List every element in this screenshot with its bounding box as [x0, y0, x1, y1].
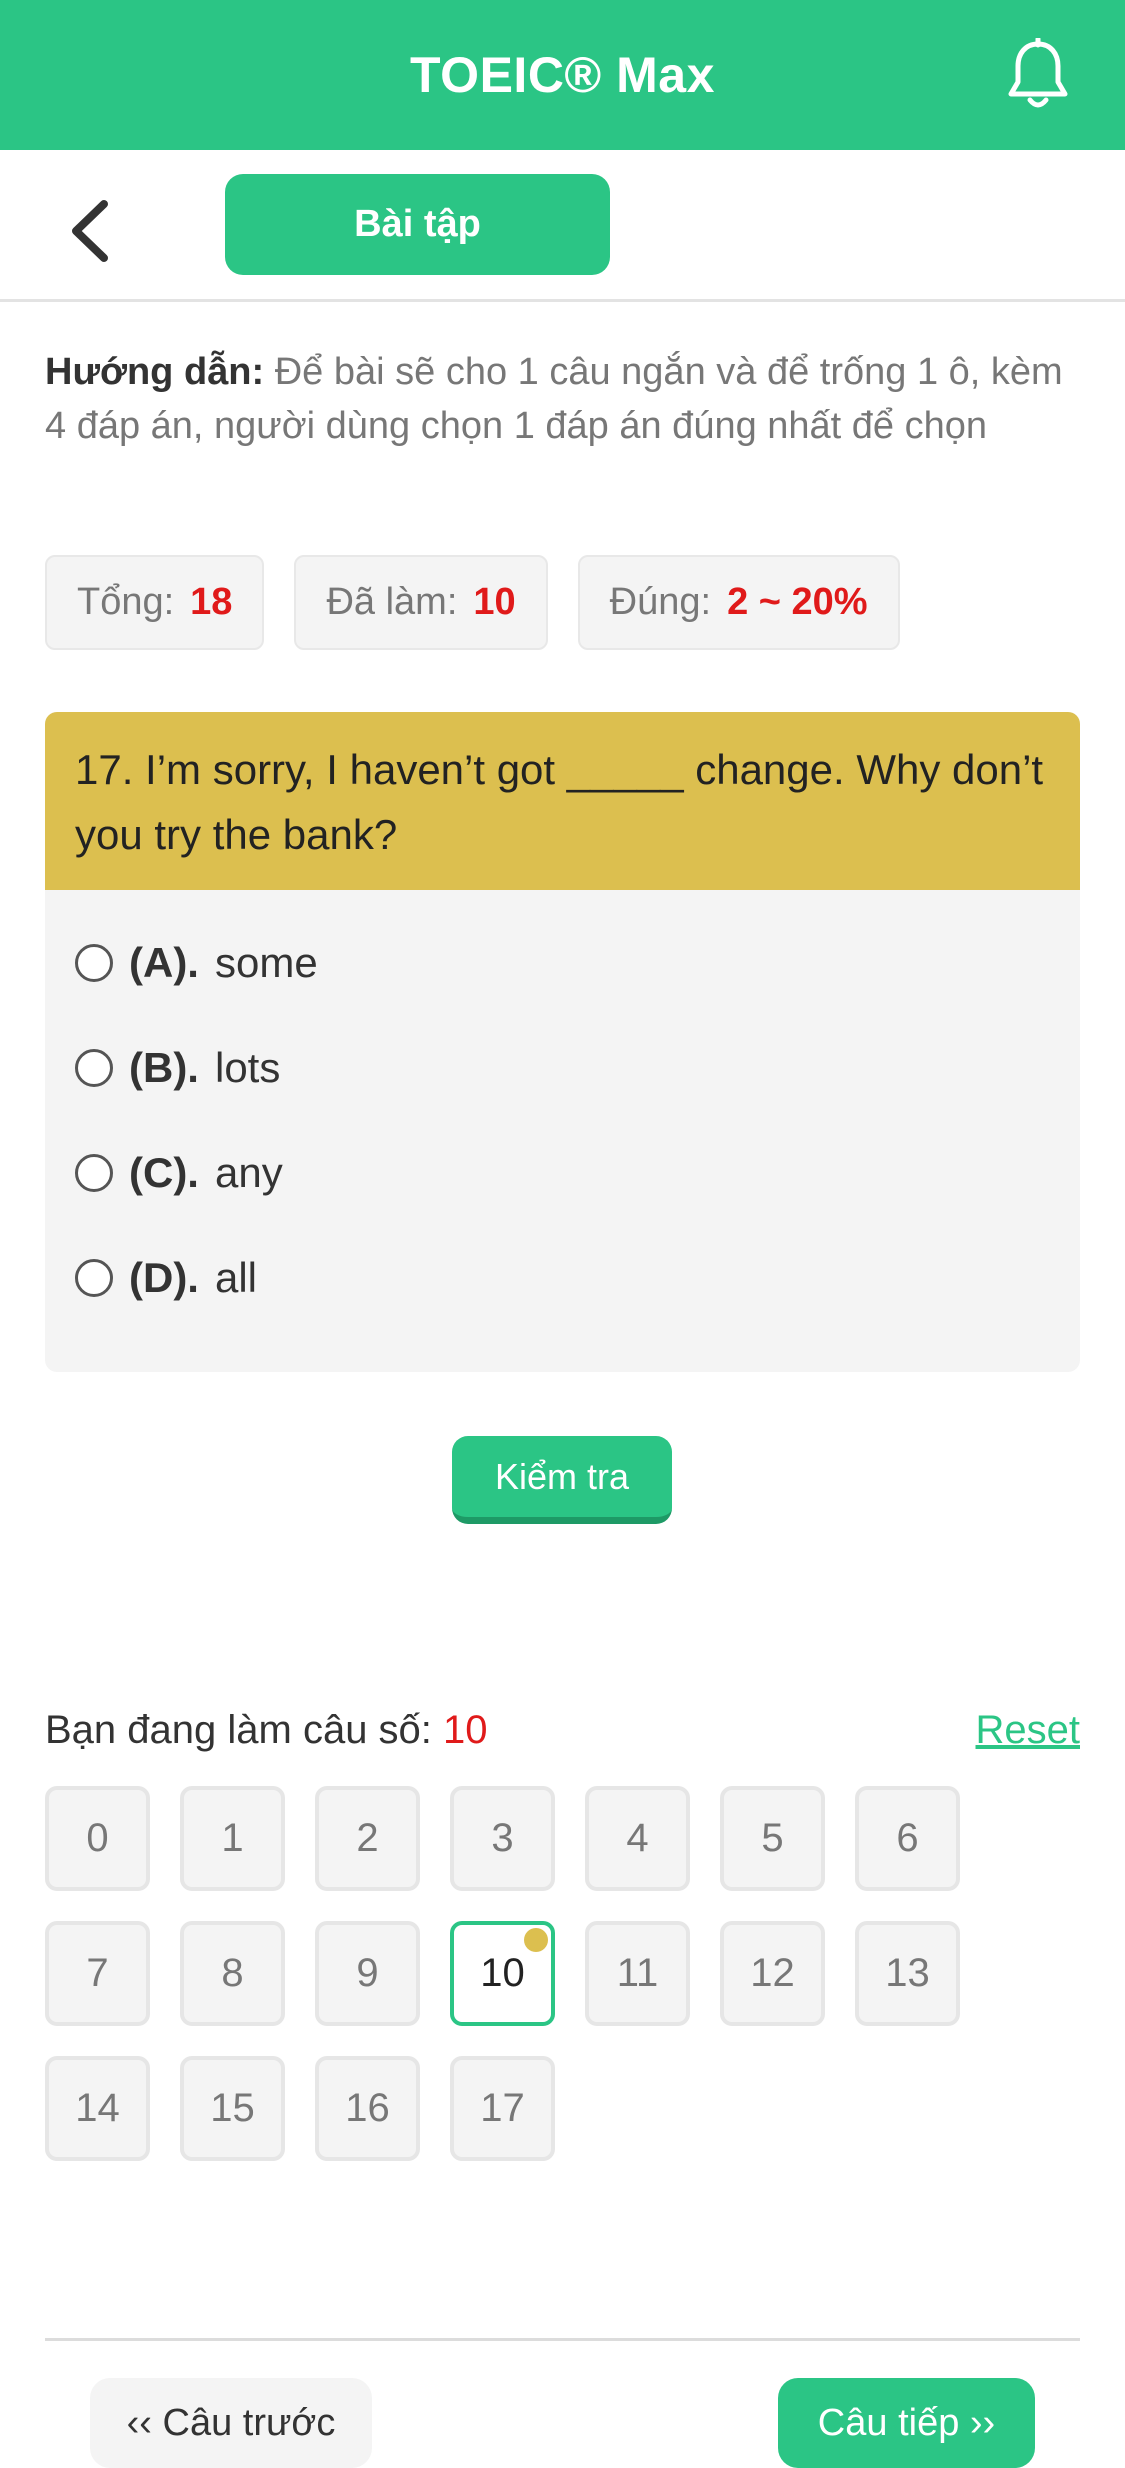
question-cell-9[interactable]: 9 — [315, 1921, 420, 2026]
radio-icon[interactable] — [75, 1258, 113, 1297]
question-card: 17. I’m sorry, I haven’t got _____ chang… — [45, 712, 1080, 1372]
option-c[interactable]: (C). any — [45, 1120, 1080, 1225]
question-cell-6[interactable]: 6 — [855, 1786, 960, 1891]
bell-icon[interactable] — [1003, 38, 1073, 112]
question-cell-8[interactable]: 8 — [180, 1921, 285, 2026]
current-question-indicator: Bạn đang làm câu số: 10 — [45, 1708, 488, 1753]
stat-total: Tổng: 18 — [45, 555, 265, 650]
option-d[interactable]: (D). all — [45, 1225, 1080, 1330]
next-question-button[interactable]: Câu tiếp ›› — [778, 2378, 1035, 2468]
option-text: lots — [214, 1043, 281, 1091]
stat-done: Đã làm: 10 — [294, 555, 548, 650]
back-chevron-icon[interactable] — [66, 196, 116, 266]
question-cell-17[interactable]: 17 — [450, 2056, 555, 2161]
question-cell-11[interactable]: 11 — [585, 1921, 690, 2026]
stats-bar: Tổng: 18 Đã làm: 10 Đúng: 2 ~ 20% — [45, 555, 900, 650]
app-header: TOEIC® Max — [0, 0, 1125, 150]
option-key: (D). — [129, 1253, 199, 1301]
radio-icon[interactable] — [75, 943, 113, 982]
question-cell-12[interactable]: 12 — [720, 1921, 825, 2026]
instruction-label: Hướng dẫn: — [45, 351, 265, 393]
question-cell-0[interactable]: 0 — [45, 1786, 150, 1891]
stat-done-label: Đã làm: — [326, 581, 458, 623]
stat-correct-label: Đúng: — [609, 581, 712, 623]
stat-total-label: Tổng: — [77, 581, 175, 623]
exercise-tab[interactable]: Bài tập — [225, 174, 610, 275]
question-cell-15[interactable]: 15 — [180, 2056, 285, 2161]
option-key: (B). — [129, 1043, 199, 1091]
stat-correct: Đúng: 2 ~ 20% — [577, 555, 900, 650]
bottom-divider — [45, 2338, 1080, 2341]
option-text: some — [214, 938, 318, 986]
question-cell-16[interactable]: 16 — [315, 2056, 420, 2161]
question-cell-13[interactable]: 13 — [855, 1921, 960, 2026]
radio-icon[interactable] — [75, 1048, 113, 1087]
option-b[interactable]: (B). lots — [45, 1015, 1080, 1120]
check-answer-button[interactable]: Kiểm tra — [452, 1436, 672, 1524]
question-cell-14[interactable]: 14 — [45, 2056, 150, 2161]
stat-total-value: 18 — [190, 581, 233, 623]
option-a[interactable]: (A). some — [45, 910, 1080, 1015]
current-dot-icon — [524, 1928, 548, 1952]
stat-done-value: 10 — [473, 581, 516, 623]
option-key: (C). — [129, 1148, 199, 1196]
current-question-label: Bạn đang làm câu số: — [45, 1707, 444, 1752]
question-cell-number: 10 — [480, 1951, 525, 1995]
stat-correct-value: 2 ~ 20% — [727, 581, 868, 623]
progress-row: Bạn đang làm câu số: 10 Reset — [45, 1700, 1080, 1760]
question-cell-7[interactable]: 7 — [45, 1921, 150, 2026]
question-cell-10-current[interactable]: 10 — [450, 1921, 555, 2026]
previous-question-button[interactable]: ‹‹ Câu trước — [90, 2378, 372, 2468]
sub-navbar: Bài tập — [0, 150, 1125, 302]
answer-options: (A). some (B). lots (C). any (D). all — [45, 890, 1080, 1330]
question-cell-4[interactable]: 4 — [585, 1786, 690, 1891]
question-cell-1[interactable]: 1 — [180, 1786, 285, 1891]
option-key: (A). — [129, 938, 199, 986]
question-text: 17. I’m sorry, I haven’t got _____ chang… — [45, 712, 1080, 890]
option-text: any — [214, 1148, 283, 1196]
option-text: all — [214, 1253, 258, 1301]
question-cell-2[interactable]: 2 — [315, 1786, 420, 1891]
question-cell-5[interactable]: 5 — [720, 1786, 825, 1891]
app-title: TOEIC® Max — [410, 47, 715, 103]
instruction-text: Hướng dẫn: Để bài sẽ cho 1 câu ngắn và đ… — [45, 345, 1085, 453]
question-cell-3[interactable]: 3 — [450, 1786, 555, 1891]
current-question-number: 10 — [443, 1707, 488, 1752]
reset-link[interactable]: Reset — [976, 1708, 1081, 1753]
radio-icon[interactable] — [75, 1153, 113, 1192]
